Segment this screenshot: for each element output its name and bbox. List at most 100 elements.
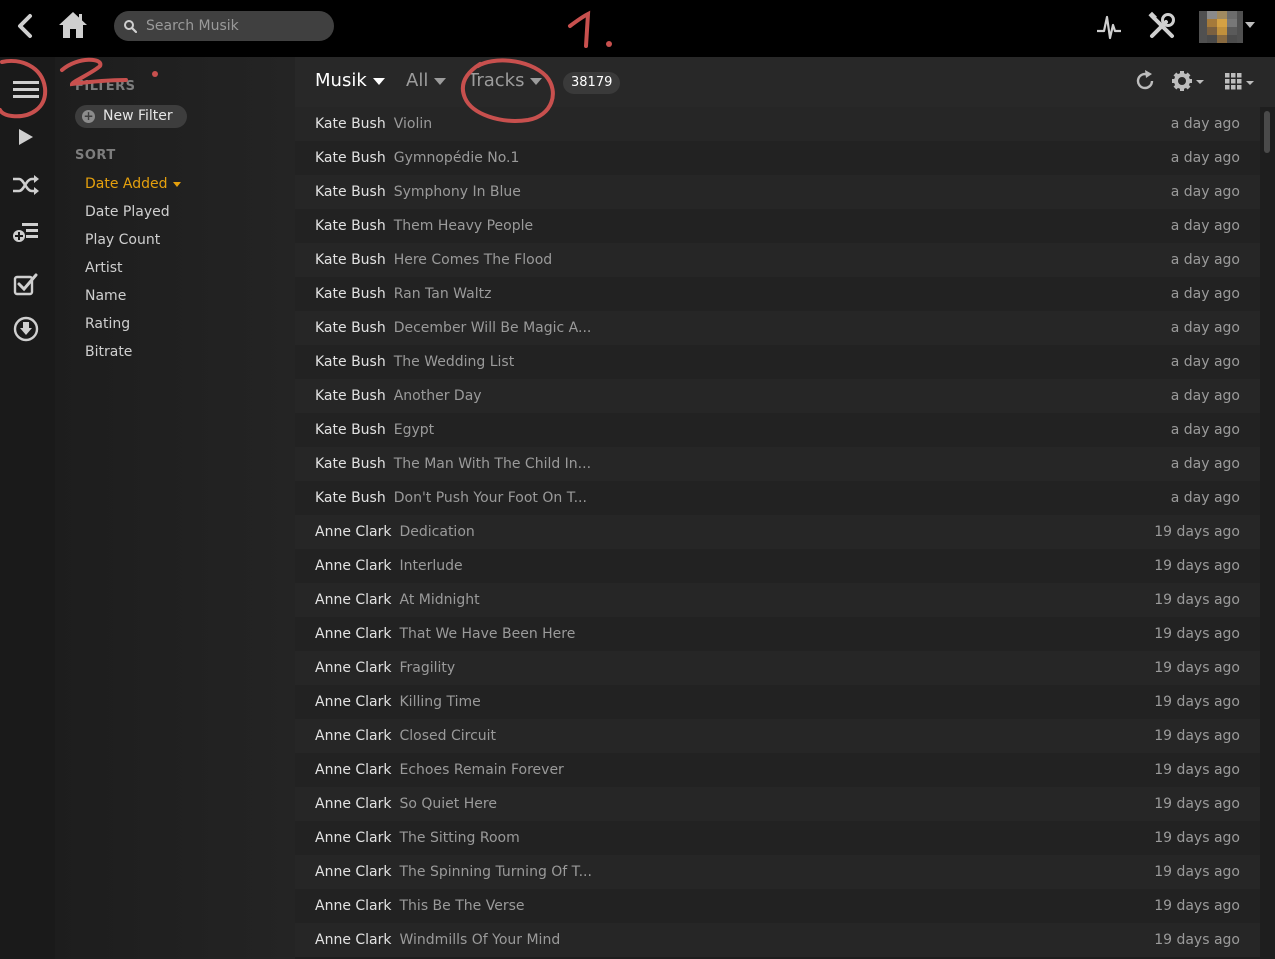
track-artist-name: Anne Clark xyxy=(315,592,392,608)
track-artist-name: Kate Bush xyxy=(315,116,386,132)
play-icon xyxy=(19,129,33,145)
track-row[interactable]: Anne Clark Interlude 19 days ago xyxy=(295,549,1260,583)
sort-bitrate[interactable]: Bitrate xyxy=(85,344,132,360)
track-row[interactable]: Anne Clark That We Have Been Here 19 days … xyxy=(295,617,1260,651)
track-artist: Kate Bush Gymnopédie No.1 xyxy=(315,150,519,166)
track-artist: Anne Clark Killing Time xyxy=(315,694,481,710)
track-added-date: 19 days ago xyxy=(1154,558,1240,574)
sort-rating[interactable]: Rating xyxy=(85,316,130,332)
track-title: Them Heavy People xyxy=(393,218,534,234)
track-title: Don't Push Your Foot On T... xyxy=(393,490,587,506)
track-artist-name: Kate Bush xyxy=(315,150,386,166)
play-button[interactable] xyxy=(10,122,42,152)
activity-button[interactable] xyxy=(1096,13,1122,41)
track-artist: Anne Clark So Quiet Here xyxy=(315,796,497,812)
track-row[interactable]: Anne Clark So Quiet Here 19 days ago xyxy=(295,787,1260,821)
track-artist-name: Kate Bush xyxy=(315,320,386,336)
track-artist: Anne Clark At Midnight xyxy=(315,592,480,608)
track-row[interactable]: Anne Clark Killing Time 19 days ago xyxy=(295,685,1260,719)
track-artist: Anne Clark Closed Circuit xyxy=(315,728,496,744)
track-row[interactable]: Kate Bush Violin a day ago xyxy=(295,107,1260,141)
icon-rail xyxy=(0,57,55,959)
sort-play-count[interactable]: Play Count xyxy=(85,232,160,248)
track-row[interactable]: Anne Clark This Be The Verse 19 days ago xyxy=(295,889,1260,923)
track-artist-name: Anne Clark xyxy=(315,932,392,948)
track-row[interactable]: Kate Bush Another Day a day ago xyxy=(295,379,1260,413)
track-title: Symphony In Blue xyxy=(393,184,521,200)
download-button[interactable] xyxy=(10,314,42,344)
plus-icon: + xyxy=(82,109,95,123)
track-artist-name: Anne Clark xyxy=(315,762,392,778)
track-added-date: 19 days ago xyxy=(1154,694,1240,710)
toggle-sidebar-button[interactable] xyxy=(10,74,42,104)
track-row[interactable]: Kate Bush December Will Be Magic A... a da… xyxy=(295,311,1260,345)
library-toolbar: Musik All Tracks 38179 xyxy=(295,57,1275,107)
sort-date-added-label: Date Added xyxy=(85,176,168,192)
track-row[interactable]: Anne Clark The Sitting Room 19 days ago xyxy=(295,821,1260,855)
track-row[interactable]: Anne Clark Windmills Of Your Mind 19 days … xyxy=(295,923,1260,957)
track-artist-name: Anne Clark xyxy=(315,898,392,914)
track-row[interactable]: Kate Bush Them Heavy People a day ago xyxy=(295,209,1260,243)
track-title: Windmills Of Your Mind xyxy=(399,932,561,948)
track-list: Kate Bush Violin a day ago Kate Bush Gymnopé… xyxy=(295,107,1260,959)
track-row[interactable]: Kate Bush The Wedding List a day ago xyxy=(295,345,1260,379)
track-added-date: a day ago xyxy=(1170,354,1240,370)
track-row[interactable]: Kate Bush The Man With The Child In... a d… xyxy=(295,447,1260,481)
track-title: Egypt xyxy=(393,422,435,438)
track-added-date: a day ago xyxy=(1170,422,1240,438)
track-artist-name: Kate Bush xyxy=(315,184,386,200)
track-row[interactable]: Anne Clark Fragility 19 days ago xyxy=(295,651,1260,685)
search-input[interactable] xyxy=(146,11,326,41)
track-row[interactable]: Kate Bush Symphony In Blue a day ago xyxy=(295,175,1260,209)
scrollbar[interactable] xyxy=(1260,107,1275,959)
chevron-left-icon xyxy=(18,14,32,38)
track-title: Ran Tan Waltz xyxy=(393,286,492,302)
track-row[interactable]: Kate Bush Don't Push Your Foot On T... a d… xyxy=(295,481,1260,515)
track-artist: Anne Clark Dedication xyxy=(315,524,475,540)
track-title: At Midnight xyxy=(399,592,480,608)
track-row[interactable]: Kate Bush Gymnopédie No.1 a day ago xyxy=(295,141,1260,175)
type-tracks-dropdown[interactable]: Tracks xyxy=(468,70,543,91)
track-artist: Kate Bush Symphony In Blue xyxy=(315,184,521,200)
track-row[interactable]: Anne Clark At Midnight 19 days ago xyxy=(295,583,1260,617)
track-added-date: a day ago xyxy=(1170,218,1240,234)
user-menu-caret-icon[interactable] xyxy=(1245,22,1255,28)
shuffle-button[interactable] xyxy=(10,170,42,200)
track-row[interactable]: Kate Bush Egypt a day ago xyxy=(295,413,1260,447)
sort-date-added[interactable]: Date Added xyxy=(85,176,181,192)
settings-dropdown[interactable] xyxy=(1171,69,1205,97)
track-title: The Wedding List xyxy=(393,354,515,370)
track-title: December Will Be Magic A... xyxy=(393,320,592,336)
new-filter-button[interactable]: + New Filter xyxy=(75,105,187,128)
track-title: The Sitting Room xyxy=(399,830,520,846)
track-artist: Anne Clark Interlude xyxy=(315,558,463,574)
track-artist: Kate Bush Another Day xyxy=(315,388,482,404)
track-artist-name: Anne Clark xyxy=(315,694,392,710)
library-selector[interactable]: Musik xyxy=(315,70,385,91)
select-mode-button[interactable] xyxy=(10,269,42,299)
search-box[interactable] xyxy=(114,11,334,41)
track-row[interactable]: Kate Bush Here Comes The Flood a day ago xyxy=(295,243,1260,277)
view-mode-dropdown[interactable] xyxy=(1224,69,1258,97)
track-row[interactable]: Kate Bush Ran Tan Waltz a day ago xyxy=(295,277,1260,311)
avatar-image xyxy=(1199,11,1243,43)
track-artist-name: Kate Bush xyxy=(315,286,386,302)
user-avatar[interactable] xyxy=(1199,11,1243,43)
scrollbar-thumb[interactable] xyxy=(1264,111,1270,153)
track-title: So Quiet Here xyxy=(399,796,497,812)
sort-name[interactable]: Name xyxy=(85,288,126,304)
track-row[interactable]: Anne Clark Dedication 19 days ago xyxy=(295,515,1260,549)
track-row[interactable]: Anne Clark Closed Circuit 19 days ago xyxy=(295,719,1260,753)
refresh-button[interactable] xyxy=(1133,69,1157,97)
track-row[interactable]: Anne Clark The Spinning Turning Of T... 19… xyxy=(295,855,1260,889)
playlist-add-icon xyxy=(13,223,38,242)
filter-all-dropdown[interactable]: All xyxy=(406,70,447,91)
home-button[interactable] xyxy=(57,10,89,40)
add-to-playlist-button[interactable] xyxy=(10,217,42,247)
sort-artist[interactable]: Artist xyxy=(85,260,123,276)
sort-date-played[interactable]: Date Played xyxy=(85,204,170,220)
track-artist: Kate Bush Them Heavy People xyxy=(315,218,533,234)
settings-tools-button[interactable] xyxy=(1147,11,1177,41)
back-button[interactable] xyxy=(13,13,37,39)
track-row[interactable]: Anne Clark Echoes Remain Forever 19 days a… xyxy=(295,753,1260,787)
